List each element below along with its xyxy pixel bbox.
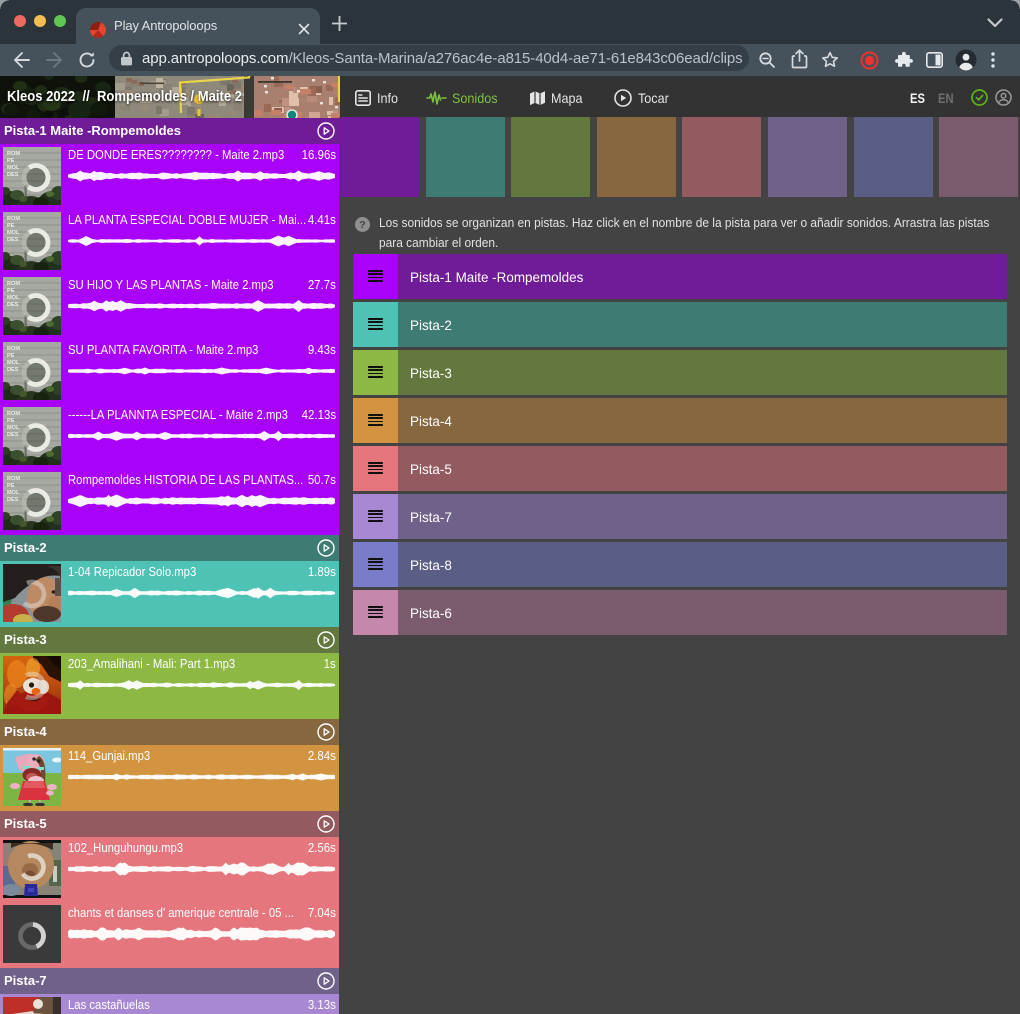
svg-text:PE: PE — [7, 483, 15, 489]
svg-text:MOL: MOL — [7, 360, 20, 366]
svg-text:DES: DES — [7, 497, 19, 503]
svg-text:MOL: MOL — [7, 295, 20, 301]
svg-text:MOL: MOL — [7, 425, 20, 431]
svg-text:DES: DES — [7, 172, 19, 178]
svg-text:PE: PE — [7, 418, 15, 424]
svg-text:DES: DES — [7, 302, 19, 308]
svg-text:DES: DES — [7, 237, 19, 243]
svg-text:ROM: ROM — [7, 151, 20, 157]
svg-text:ROM: ROM — [7, 216, 20, 222]
svg-text:ROM: ROM — [7, 346, 20, 352]
svg-text:ROM: ROM — [7, 281, 20, 287]
svg-text:ROM: ROM — [7, 476, 20, 482]
svg-text:MOL: MOL — [7, 490, 20, 496]
svg-text:PE: PE — [7, 223, 15, 229]
svg-text:ROM: ROM — [7, 411, 20, 417]
svg-text:PE: PE — [7, 353, 15, 359]
svg-text:MOL: MOL — [7, 230, 20, 236]
svg-text:MOL: MOL — [7, 165, 20, 171]
svg-text:DES: DES — [7, 367, 19, 373]
svg-text:PE: PE — [7, 288, 15, 294]
svg-text:PE: PE — [7, 158, 15, 164]
svg-text:?: ? — [359, 219, 365, 231]
svg-text:DES: DES — [7, 432, 19, 438]
